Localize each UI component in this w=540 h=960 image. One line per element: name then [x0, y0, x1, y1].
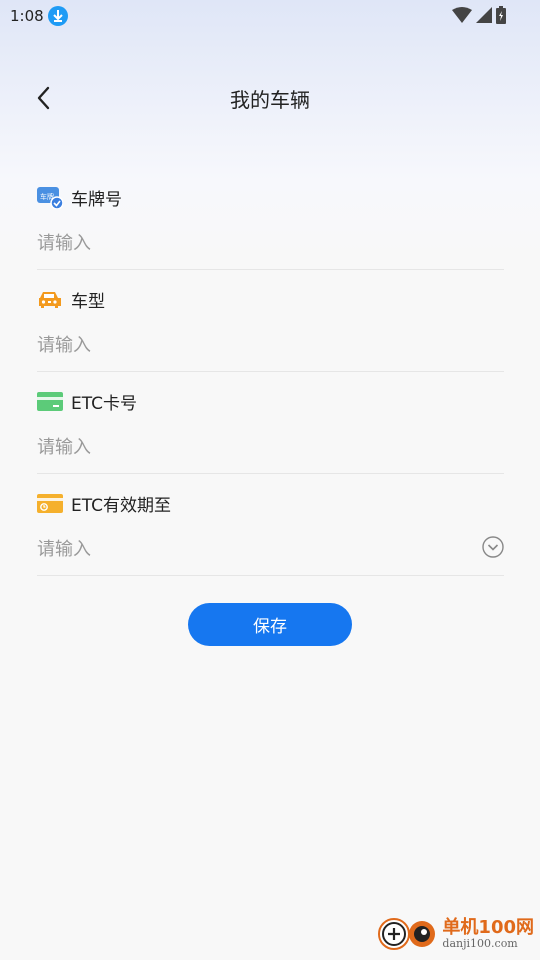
- watermark-url: danji100.com: [442, 936, 518, 950]
- watermark-title: 单机100网: [442, 917, 534, 939]
- card-icon: [37, 388, 63, 414]
- status-icons: [452, 6, 506, 28]
- field-label: ETC卡号: [71, 393, 137, 414]
- status-time: 1:08: [10, 7, 44, 25]
- field-label: 车型: [71, 291, 105, 312]
- field-etc-card: ETC卡号: [37, 372, 504, 474]
- car-icon: [37, 286, 63, 312]
- wifi-icon: [452, 7, 472, 27]
- header: 我的车辆: [0, 68, 540, 128]
- license-plate-icon: 车牌: [37, 184, 63, 210]
- vehicle-form: 车牌 车牌号 车型: [37, 168, 504, 576]
- field-label: ETC有效期至: [71, 495, 171, 516]
- watermark-logo-icon: [378, 912, 438, 956]
- etc-expiry-input[interactable]: [37, 532, 477, 566]
- field-license-plate: 车牌 车牌号: [37, 168, 504, 270]
- field-etc-expiry: ETC有效期至: [37, 474, 504, 576]
- status-bar: 1:08: [0, 0, 540, 32]
- page-title: 我的车辆: [230, 88, 310, 112]
- etc-card-input[interactable]: [37, 430, 477, 464]
- battery-icon: [496, 6, 506, 28]
- save-button[interactable]: 保存: [188, 603, 352, 646]
- card-calendar-icon: [37, 490, 63, 516]
- watermark: 单机100网 danji100.com: [378, 912, 534, 956]
- field-car-model: 车型: [37, 270, 504, 372]
- license-plate-input[interactable]: [37, 226, 477, 260]
- download-icon: [48, 6, 68, 26]
- car-model-input[interactable]: [37, 328, 477, 362]
- chevron-down-icon[interactable]: [482, 536, 504, 558]
- field-label: 车牌号: [71, 189, 122, 210]
- signal-icon: [476, 7, 492, 27]
